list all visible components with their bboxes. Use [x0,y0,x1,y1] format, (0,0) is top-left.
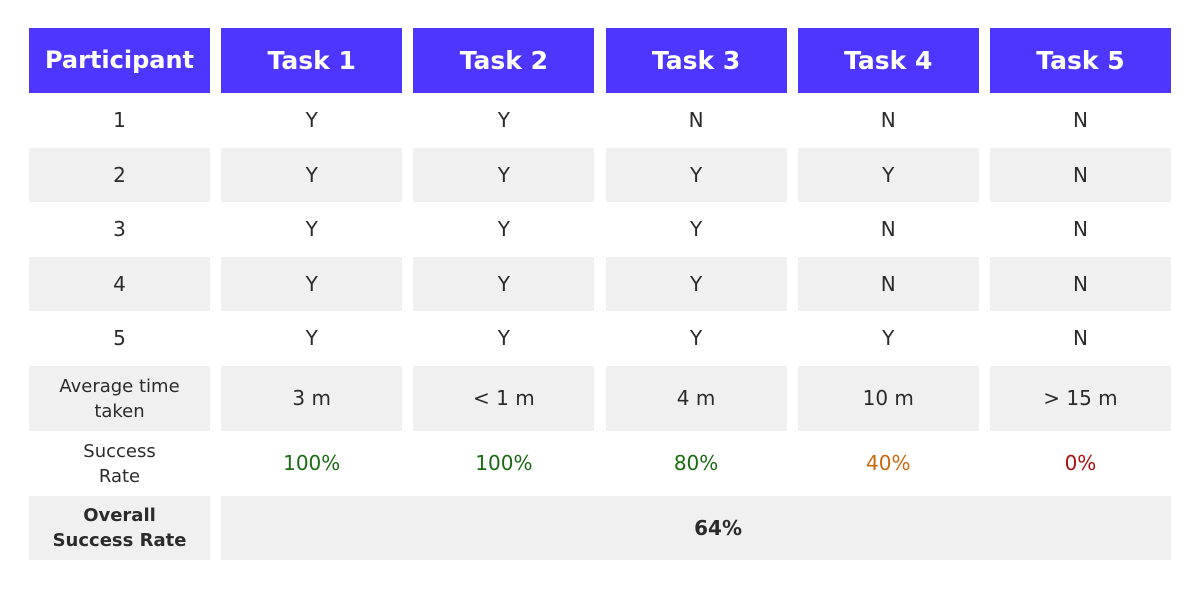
header-task-4: Task 4 [797,28,979,93]
task-result: N [880,217,896,241]
average-time-value: 4 m [605,366,787,431]
success-rate-value: 80% [673,451,719,475]
task-result: N [1072,217,1088,241]
average-time-value: < 1 m [413,366,595,431]
task-result: Y [882,326,895,350]
success-rate-label: Success Rate [29,431,210,496]
average-time-label-line1: Average time [59,375,180,397]
task-result: Y [689,326,703,350]
header-task-5: Task 5 [989,28,1171,93]
participant-id: 1 [113,108,126,132]
header-task-1: Task 1 [221,28,403,93]
overall-success-label-line2: Success Rate [52,530,187,551]
task-result: Y [305,217,318,241]
overall-success-label: Overall Success Rate [29,496,210,560]
task-result: N [1072,326,1088,350]
task-result: N [797,257,979,311]
header-task-3: Task 3 [605,28,787,93]
header-task-2: Task 2 [413,28,595,93]
task-result: Y [305,108,318,132]
participant-id: 5 [113,326,126,350]
task-result: Y [221,257,403,311]
success-rate-label-line2: Rate [98,465,141,487]
task-result: N [989,148,1171,202]
task-result: N [880,108,896,132]
task-result: Y [497,217,510,241]
success-rate-value: 100% [283,451,341,475]
overall-success-value: 64% [221,496,1171,560]
task-result: N [989,257,1171,311]
task-result: Y [497,108,510,132]
task-result: N [688,108,704,132]
average-time-label-line2: taken [94,400,145,422]
task-result: Y [605,148,787,202]
success-rate-label-line1: Success [83,440,156,462]
success-rate-value: 40% [866,451,911,475]
average-time-label: Average time taken [29,366,210,431]
task-result: Y [413,257,595,311]
overall-success-label-line1: Overall [83,505,156,526]
participant-id: 2 [29,148,210,202]
usability-results-table: Participant Task 1 Task 2 Task 3 Task 4 … [29,28,1171,560]
task-result: Y [689,217,703,241]
participant-id: 3 [113,217,126,241]
average-time-value: > 15 m [989,366,1171,431]
average-time-value: 10 m [797,366,979,431]
success-rate-value: 0% [1064,451,1097,475]
success-rate-value: 100% [475,451,533,475]
task-result: Y [413,148,595,202]
header-participant: Participant [29,28,210,93]
average-time-value: 3 m [221,366,403,431]
task-result: Y [797,148,979,202]
task-result: N [1072,108,1088,132]
task-result: Y [305,326,318,350]
task-result: Y [497,326,510,350]
participant-id: 4 [29,257,210,311]
task-result: Y [221,148,403,202]
task-result: Y [605,257,787,311]
